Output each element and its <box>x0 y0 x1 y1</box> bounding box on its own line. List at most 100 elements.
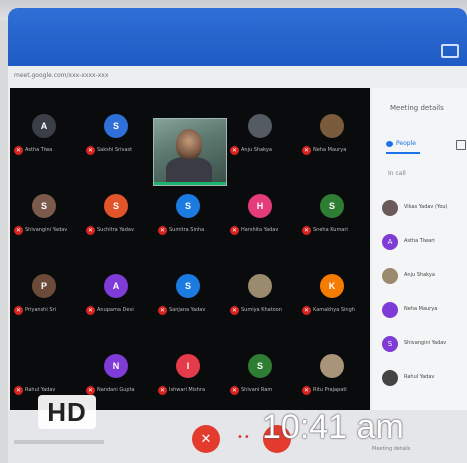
participant-avatar <box>320 114 344 138</box>
participant-name: Anju Shakya <box>241 147 272 153</box>
panel-participant-name: Anju Shakya <box>404 272 435 278</box>
panel-participant-name: Vikas Yadav (You) <box>404 204 448 210</box>
active-video-tile[interactable] <box>153 118 227 186</box>
participant-name: Anupama Devi <box>97 307 134 313</box>
mic-off-icon: ✕ <box>158 386 167 395</box>
panel-participant-row[interactable]: Anju Shakya <box>382 264 467 288</box>
participant-avatar <box>248 114 272 138</box>
participant-tile[interactable]: I <box>154 328 226 408</box>
panel-avatar: S <box>382 336 398 352</box>
participant-avatar: K <box>320 274 344 298</box>
participant-tile[interactable]: P <box>10 248 82 328</box>
mic-off-icon: ✕ <box>230 386 239 395</box>
tab-people[interactable]: People <box>386 138 426 150</box>
participant-tile[interactable] <box>298 328 370 408</box>
participant-name: Ritu Prajapati <box>313 387 347 393</box>
participant-name: Sakshi Srivast <box>97 147 133 153</box>
participant-avatar <box>320 354 344 378</box>
participant-tile[interactable] <box>226 248 298 328</box>
meeting-details-link[interactable]: Meeting details <box>372 446 410 452</box>
participant-avatar: S <box>104 114 128 138</box>
participant-name: Sanjana Yadav <box>169 307 206 313</box>
participant-name: Neha Maurya <box>313 147 347 153</box>
participant-tile[interactable]: A <box>82 248 154 328</box>
participant-avatar: S <box>176 194 200 218</box>
more-options-icon[interactable]: •• <box>237 432 251 443</box>
panel-participant-row[interactable]: Vikas Yadav (You) <box>382 196 467 220</box>
mic-off-icon: ✕ <box>14 306 23 315</box>
end-call-button[interactable]: ✕ <box>192 425 220 453</box>
mic-off-icon: ✕ <box>302 146 311 155</box>
panel-participant-row[interactable]: A Astha Tiwari <box>382 230 467 254</box>
mic-off-icon: ✕ <box>86 146 95 155</box>
participant-name: Nandani Gupta <box>97 387 135 393</box>
participant-tile[interactable]: S <box>226 328 298 408</box>
address-bar[interactable]: meet.google.com/xxx-xxxx-xxx <box>8 68 374 84</box>
participant-name: Sneha Kumari <box>313 227 348 233</box>
mic-off-icon: ✕ <box>86 386 95 395</box>
participant-tile[interactable]: S <box>10 168 82 248</box>
participant-avatar: S <box>104 194 128 218</box>
participant-avatar <box>32 354 56 378</box>
participant-tile[interactable] <box>298 88 370 168</box>
participant-name: Sumiya Khatoon <box>241 307 282 313</box>
participant-name: Kamakhya Singh <box>313 307 355 313</box>
panel-title: Meeting details <box>390 104 444 112</box>
participant-tile[interactable]: S <box>298 168 370 248</box>
panel-participant-name: Shivangini Yadav <box>404 340 447 346</box>
tab-underline <box>386 152 420 154</box>
mic-off-icon: ✕ <box>230 146 239 155</box>
panel-avatar <box>382 302 398 318</box>
mic-off-icon: ✕ <box>302 226 311 235</box>
panel-participant-name: Astha Tiwari <box>404 238 435 244</box>
participant-avatar: I <box>176 354 200 378</box>
participant-tile[interactable]: S <box>82 168 154 248</box>
clock-overlay: 10:41 am <box>262 408 404 446</box>
video-person-body <box>166 157 212 185</box>
side-panel: Meeting details People In call Vikas Yad… <box>372 88 467 410</box>
hd-badge: HD <box>38 395 96 429</box>
mic-off-icon: ✕ <box>14 386 23 395</box>
participant-name: Shivani Ram <box>241 387 273 393</box>
panel-avatar: A <box>382 234 398 250</box>
participant-name: Rahul Yadav <box>25 387 56 393</box>
participant-avatar <box>248 274 272 298</box>
participant-avatar: H <box>248 194 272 218</box>
participant-tile[interactable]: A <box>10 88 82 168</box>
participant-name: Priyanshi Sri <box>25 307 56 313</box>
participant-name: Astha Tiwa <box>25 147 53 153</box>
participant-avatar: S <box>320 194 344 218</box>
footer-strip <box>14 440 104 444</box>
participant-tile[interactable] <box>226 88 298 168</box>
panel-participant-row[interactable]: Rahul Yadav <box>382 366 467 390</box>
panel-avatar <box>382 370 398 386</box>
participant-name: Ishwari Mishra <box>169 387 206 393</box>
panel-avatar <box>382 200 398 216</box>
participant-tile[interactable]: H <box>226 168 298 248</box>
participant-tile[interactable]: S <box>154 248 226 328</box>
participant-avatar: P <box>32 274 56 298</box>
participant-tile[interactable]: S <box>82 88 154 168</box>
mic-off-icon: ✕ <box>86 226 95 235</box>
participant-name: Suchitra Yadav <box>97 227 134 233</box>
mic-off-icon: ✕ <box>302 386 311 395</box>
phone-hangup-icon: ✕ <box>200 431 212 447</box>
participant-avatar: S <box>32 194 56 218</box>
chat-icon[interactable] <box>456 140 466 150</box>
participant-tile[interactable]: K <box>298 248 370 328</box>
participant-avatar: S <box>248 354 272 378</box>
participant-avatar: S <box>176 274 200 298</box>
mic-off-icon: ✕ <box>158 306 167 315</box>
window-icon[interactable] <box>441 44 459 58</box>
mic-off-icon: ✕ <box>230 226 239 235</box>
mic-off-icon: ✕ <box>302 306 311 315</box>
browser-header <box>8 8 467 66</box>
mic-off-icon: ✕ <box>158 226 167 235</box>
mic-off-icon: ✕ <box>14 146 23 155</box>
participant-avatar: A <box>32 114 56 138</box>
mic-off-icon: ✕ <box>14 226 23 235</box>
participant-avatar: N <box>104 354 128 378</box>
panel-participant-row[interactable]: S Shivangini Yadav <box>382 332 467 356</box>
speaking-indicator <box>154 182 226 185</box>
panel-participant-row[interactable]: Neha Maurya <box>382 298 467 322</box>
